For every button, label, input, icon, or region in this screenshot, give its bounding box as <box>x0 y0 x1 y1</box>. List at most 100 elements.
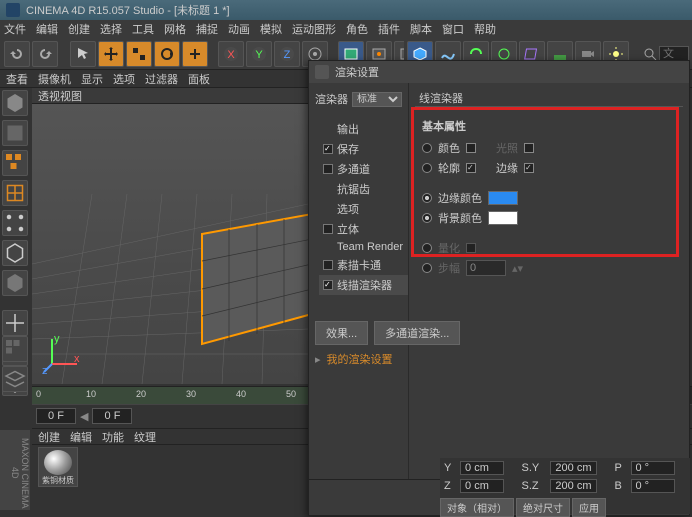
radio-icon[interactable] <box>422 193 432 203</box>
tab-panel[interactable]: 面板 <box>188 71 210 87</box>
model-mode-button[interactable] <box>2 120 28 146</box>
start-frame-field[interactable]: 0 F <box>36 408 76 424</box>
apply-button[interactable]: 应用 <box>572 498 606 517</box>
menu-mograph[interactable]: 运动图形 <box>292 21 336 37</box>
layer2-button[interactable] <box>2 366 28 392</box>
move-tool[interactable] <box>98 41 124 67</box>
dialog-icon <box>315 65 329 79</box>
y-field[interactable]: 0 cm <box>460 461 504 475</box>
radio-icon[interactable] <box>422 163 432 173</box>
checkbox-icon[interactable] <box>323 144 333 154</box>
axis-z-button[interactable]: Z <box>274 41 300 67</box>
mat-tab-create[interactable]: 创建 <box>38 429 60 445</box>
select-tool[interactable] <box>70 41 96 67</box>
last-tool[interactable] <box>182 41 208 67</box>
checkbox-icon[interactable] <box>466 163 476 173</box>
sidebar-item-save[interactable]: 保存 <box>319 139 408 159</box>
menu-snap[interactable]: 捕捉 <box>196 21 218 37</box>
menu-file[interactable]: 文件 <box>4 21 26 37</box>
redo-button[interactable] <box>32 41 58 67</box>
edge-color-swatch[interactable] <box>488 191 518 205</box>
tab-filter[interactable]: 过滤器 <box>145 71 178 87</box>
renderer-label: 渲染器 <box>315 91 348 107</box>
sidebar-item-stereo[interactable]: 立体 <box>319 219 408 239</box>
b-field[interactable]: 0 ° <box>631 479 675 493</box>
viewport-tab-bar: 透视视图 <box>32 88 308 104</box>
menu-sim[interactable]: 模拟 <box>260 21 282 37</box>
axis-x-button[interactable]: X <box>218 41 244 67</box>
poly-mode-button[interactable] <box>2 270 28 296</box>
mat-tab-tex[interactable]: 纹理 <box>134 429 156 445</box>
radio-icon[interactable] <box>422 143 432 153</box>
point-mode-button[interactable] <box>2 210 28 236</box>
tl-mark-2: 20 <box>136 389 146 399</box>
svg-text:Z: Z <box>284 49 291 61</box>
renderer-dropdown[interactable]: 标准 <box>352 92 402 107</box>
checkbox-icon[interactable] <box>323 164 333 174</box>
menu-select[interactable]: 选择 <box>100 21 122 37</box>
prop-bgcolor: 背景颜色 <box>438 210 482 226</box>
menu-window[interactable]: 窗口 <box>442 21 464 37</box>
sidebar-item-sketch[interactable]: 素描卡通 <box>319 255 408 275</box>
tab-display[interactable]: 显示 <box>81 71 103 87</box>
menu-plugin[interactable]: 插件 <box>378 21 400 37</box>
texture-mode-button[interactable] <box>2 150 28 176</box>
mat-tab-edit[interactable]: 编辑 <box>70 429 92 445</box>
sidebar-item-options[interactable]: 选项 <box>319 199 408 219</box>
layer-button[interactable] <box>2 336 28 362</box>
rotate-tool[interactable] <box>154 41 180 67</box>
menu-script[interactable]: 脚本 <box>410 21 432 37</box>
axis-y-button[interactable]: Y <box>246 41 272 67</box>
dialog-titlebar[interactable]: 渲染设置 <box>309 61 689 83</box>
p-field[interactable]: 0 ° <box>631 461 675 475</box>
window-title: CINEMA 4D R15.057 Studio - [未标题 1 *] <box>26 2 230 18</box>
preset-row[interactable]: ▸ 我的渲染设置 <box>315 351 393 367</box>
menu-anim[interactable]: 动画 <box>228 21 250 37</box>
checkbox-icon[interactable] <box>323 260 333 270</box>
sidebar-item-multipass[interactable]: 多通道 <box>319 159 408 179</box>
tl-mark-4: 40 <box>236 389 246 399</box>
menu-tools[interactable]: 工具 <box>132 21 154 37</box>
sidebar-item-output[interactable]: 输出 <box>319 119 408 139</box>
mat-tab-func[interactable]: 功能 <box>102 429 124 445</box>
cube-object[interactable] <box>172 194 308 374</box>
make-editable-button[interactable] <box>2 90 28 116</box>
prop-color: 颜色 <box>438 140 460 156</box>
size-mode-dropdown[interactable]: 绝对尺寸 <box>516 498 570 517</box>
radio-icon[interactable] <box>422 213 432 223</box>
effect-button[interactable]: 效果... <box>315 321 368 345</box>
z-field[interactable]: 0 cm <box>460 479 504 493</box>
checkbox-icon[interactable] <box>323 224 333 234</box>
edge-mode-button[interactable] <box>2 240 28 266</box>
checkbox-icon[interactable] <box>524 143 534 153</box>
tab-camera[interactable]: 摄像机 <box>38 71 71 87</box>
sidebar-item-wireframe[interactable]: 线描渲染器 <box>319 275 408 295</box>
sz-field[interactable]: 200 cm <box>550 479 596 493</box>
checkbox-icon[interactable] <box>466 143 476 153</box>
menu-help[interactable]: 帮助 <box>474 21 496 37</box>
sidebar-item-aa[interactable]: 抗锯齿 <box>319 179 408 199</box>
cur-frame-field[interactable]: 0 F <box>92 408 132 424</box>
axis-toggle-button[interactable] <box>2 310 28 336</box>
checkbox-icon[interactable] <box>524 163 534 173</box>
menu-char[interactable]: 角色 <box>346 21 368 37</box>
uv-mode-button[interactable] <box>2 180 28 206</box>
viewport[interactable]: 透视视图 y x z <box>32 88 308 384</box>
menu-create[interactable]: 创建 <box>68 21 90 37</box>
material-slot[interactable]: 紫铜材质 <box>38 447 78 487</box>
menu-edit[interactable]: 编辑 <box>36 21 58 37</box>
maxon-logo: MAXON CINEMA 4D <box>0 430 30 510</box>
sidebar-item-team[interactable]: Team Render <box>319 239 408 255</box>
scale-tool[interactable] <box>126 41 152 67</box>
checkbox-icon[interactable] <box>323 280 333 290</box>
undo-button[interactable] <box>4 41 30 67</box>
menu-mesh[interactable]: 网格 <box>164 21 186 37</box>
sy-field[interactable]: 200 cm <box>550 461 596 475</box>
viewport-tab-label[interactable]: 透视视图 <box>38 88 82 104</box>
viewport-canvas[interactable]: y x z <box>32 104 308 384</box>
tab-options[interactable]: 选项 <box>113 71 135 87</box>
content-tab[interactable]: 线渲染器 <box>419 90 463 106</box>
tab-view[interactable]: 查看 <box>6 71 28 87</box>
coord-mode-dropdown[interactable]: 对象（相对） <box>440 498 514 517</box>
bg-color-swatch[interactable] <box>488 211 518 225</box>
